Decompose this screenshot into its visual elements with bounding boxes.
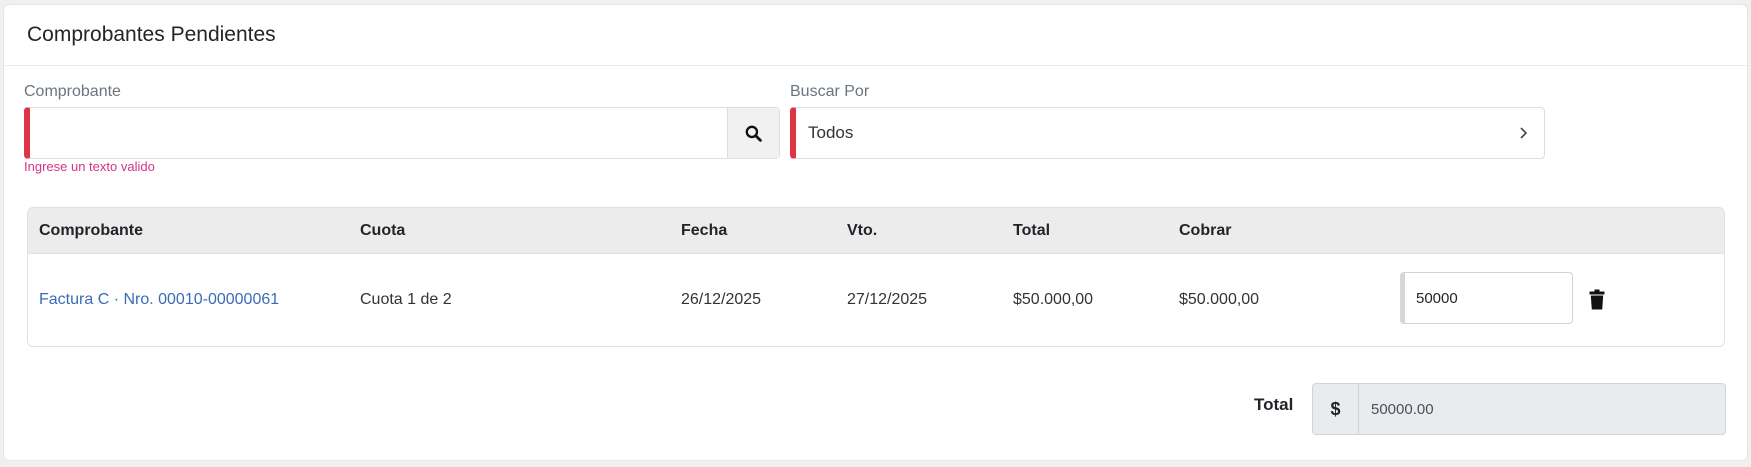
cobrar-cell: $50.000,00 [1179, 291, 1260, 308]
page-title: Comprobantes Pendientes [27, 23, 276, 46]
currency-prefix: $ [1313, 384, 1359, 434]
vto-cell: 27/12/2025 [847, 291, 928, 308]
card-header: Comprobantes Pendientes [4, 5, 1747, 66]
search-button[interactable] [727, 108, 779, 158]
fecha-cell: 26/12/2025 [681, 291, 762, 308]
pending-receipts-card: Comprobantes Pendientes Comprobante Ingr… [3, 4, 1748, 461]
comprobante-error: Ingrese un texto valido [24, 159, 155, 174]
total-amount-field [1359, 384, 1725, 434]
col-total: Total [1013, 221, 1051, 239]
comprobante-input-group [24, 107, 780, 159]
cobrar-amount-input[interactable] [1400, 272, 1573, 324]
comprobante-input[interactable] [30, 108, 727, 158]
total-input-group: $ [1312, 383, 1726, 435]
chevron-right-icon [1520, 127, 1528, 139]
buscar-por-label: Buscar Por [790, 83, 870, 100]
buscar-por-value: Todos [808, 123, 854, 142]
search-icon [745, 125, 762, 142]
comprobante-link[interactable]: Factura C · Nro. 00010-00000061 [39, 254, 279, 346]
col-cuota: Cuota [360, 221, 406, 239]
comprobante-label: Comprobante [24, 83, 121, 100]
table-header: Comprobante Cuota Fecha Vto. Total Cobra… [28, 208, 1724, 254]
col-cobrar: Cobrar [1179, 221, 1232, 239]
table-row: Factura C · Nro. 00010-00000061 Cuota 1 … [28, 254, 1724, 346]
receipts-table: Comprobante Cuota Fecha Vto. Total Cobra… [27, 207, 1725, 347]
col-comprobante: Comprobante [39, 221, 143, 239]
buscar-por-select[interactable]: Todos [790, 107, 1545, 159]
col-fecha: Fecha [681, 221, 728, 239]
total-cell: $50.000,00 [1013, 291, 1094, 308]
col-vto: Vto. [847, 221, 878, 239]
trash-icon [1589, 289, 1605, 309]
total-label: Total [1254, 395, 1294, 414]
delete-row-button[interactable] [1584, 285, 1610, 313]
cuota-cell: Cuota 1 de 2 [360, 291, 452, 308]
